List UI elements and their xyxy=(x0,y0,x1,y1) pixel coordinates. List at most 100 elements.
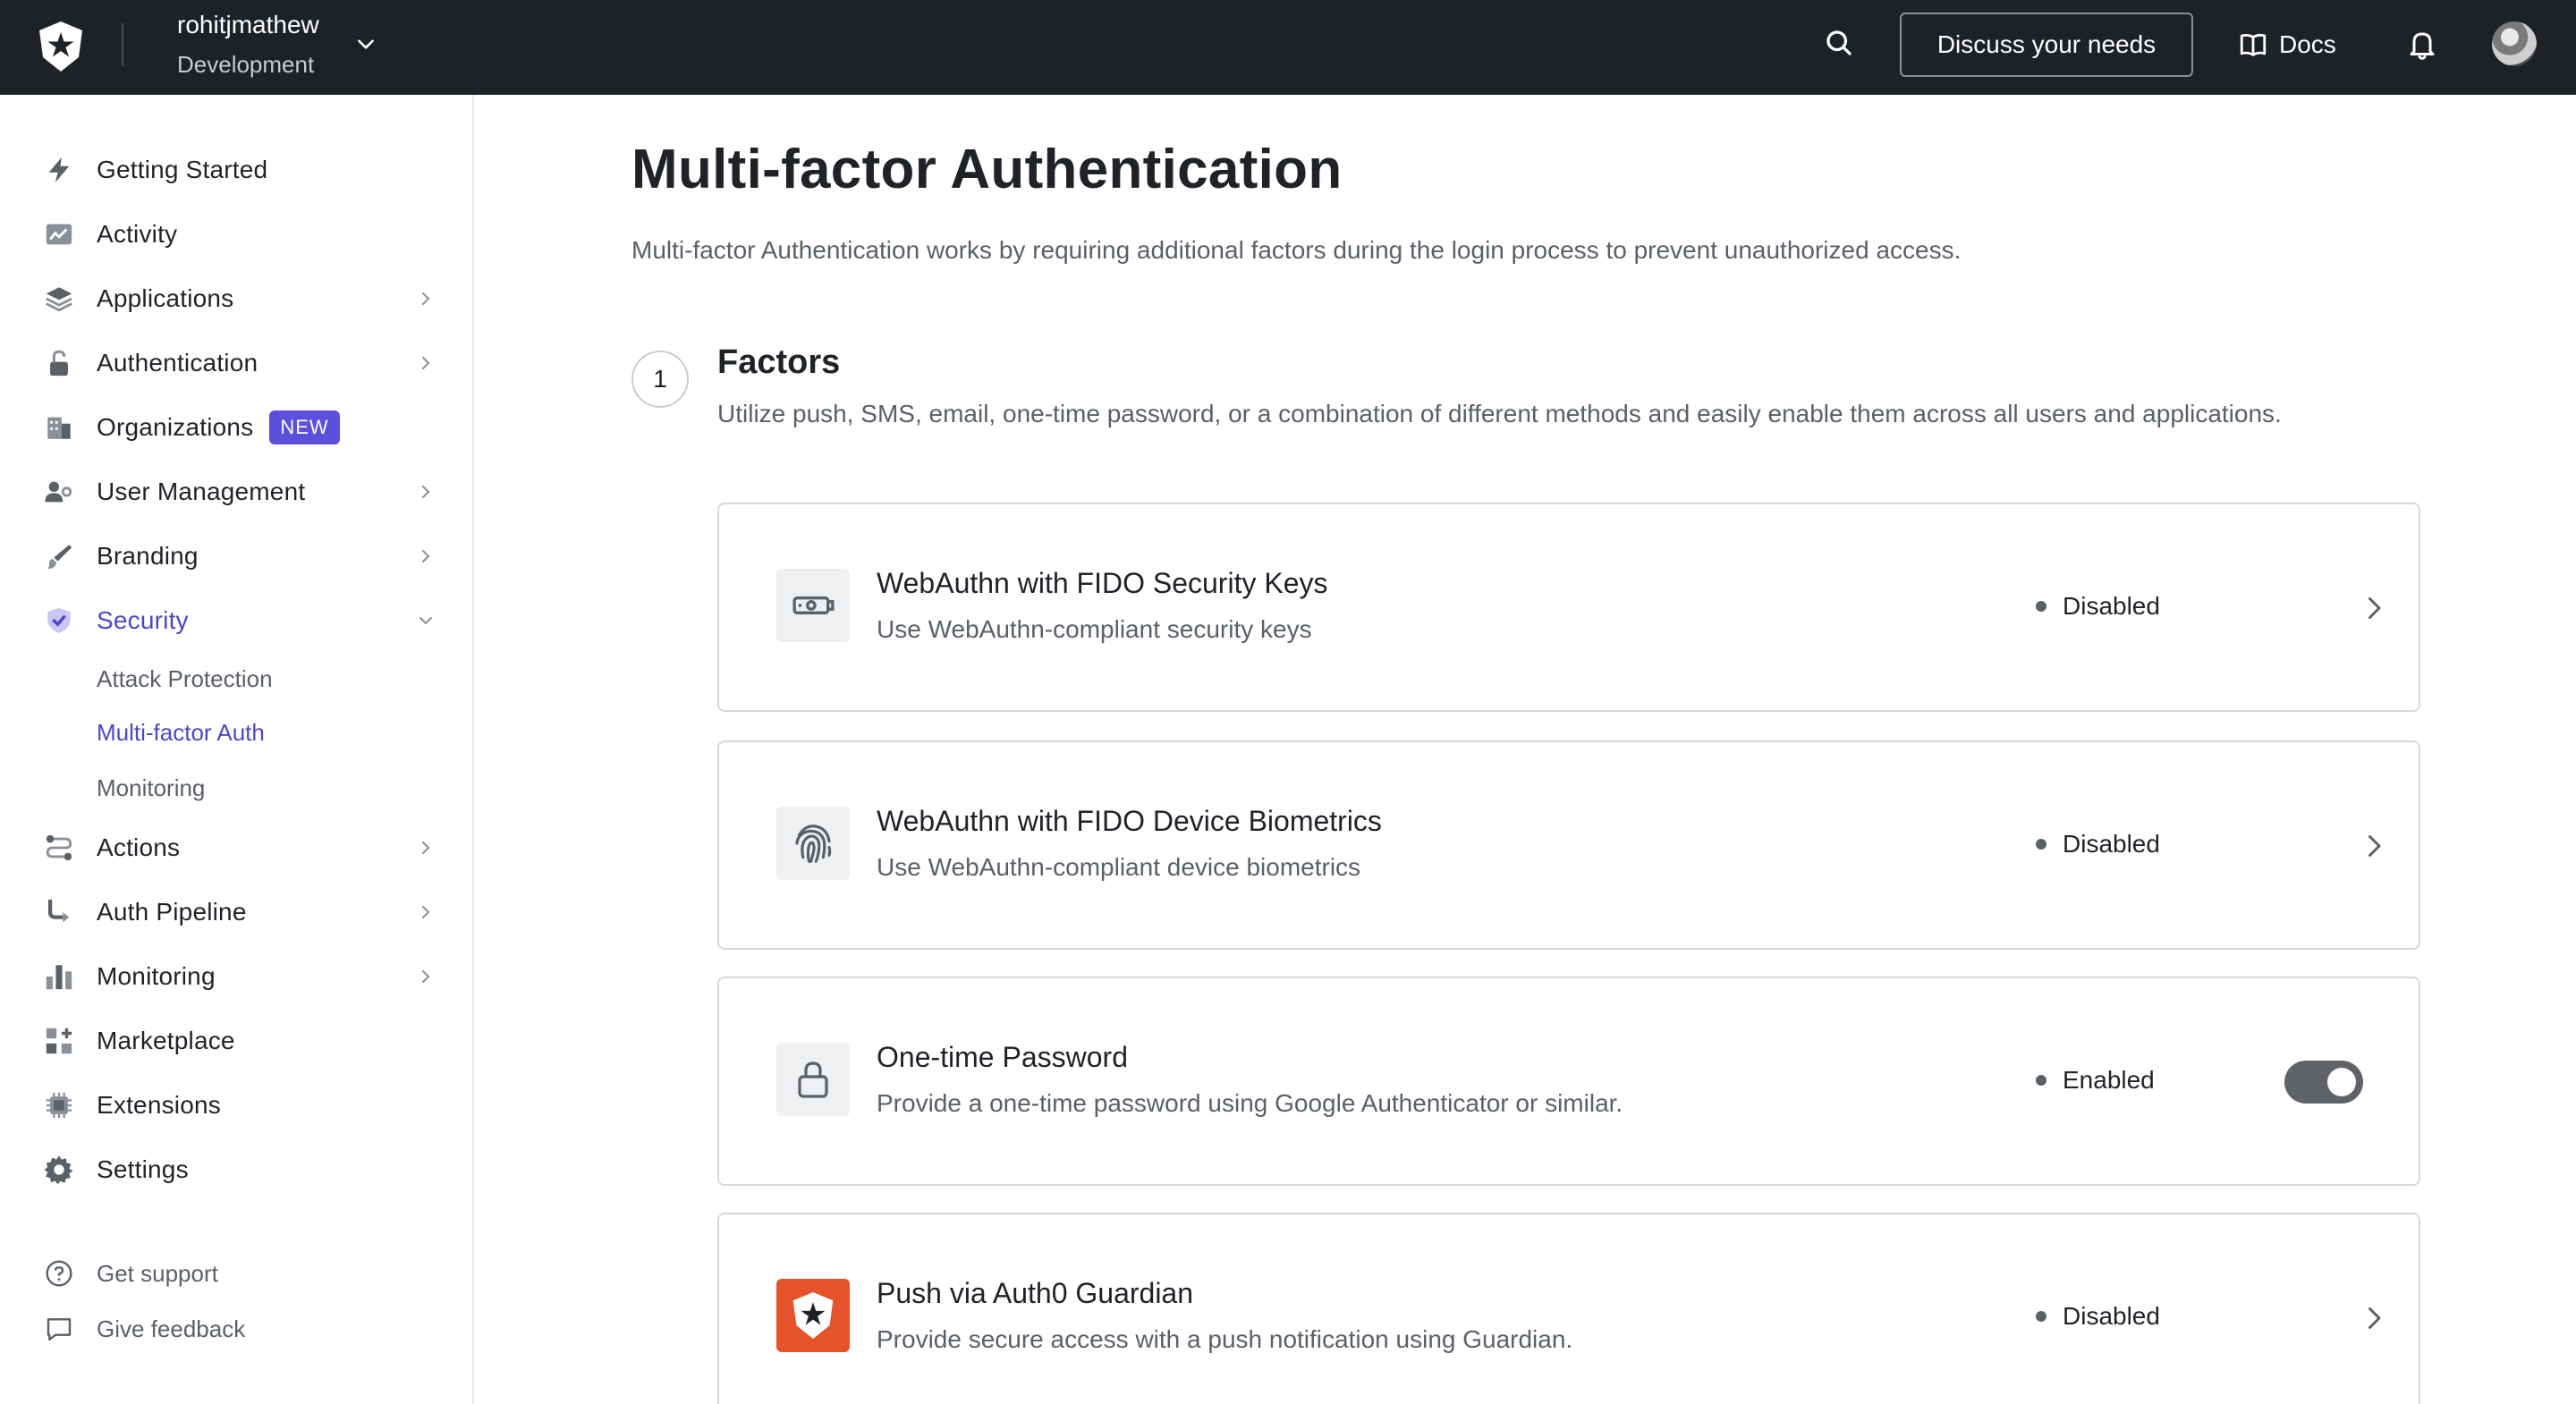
factor-card-push-guardian[interactable]: Push via Auth0 Guardian Provide secure a… xyxy=(717,1213,2420,1404)
top-bar: rohitjmathew Development Discuss your ne… xyxy=(0,0,2576,95)
padlock-open-icon xyxy=(43,347,75,379)
new-badge: NEW xyxy=(269,410,340,444)
factor-status-label: Disabled xyxy=(2063,592,2160,620)
chat-bubble-icon xyxy=(43,1313,75,1345)
status-dot xyxy=(2036,1311,2046,1322)
toggle-knob xyxy=(2327,1068,2356,1096)
factor-status-label: Enabled xyxy=(2063,1066,2155,1094)
tenant-name: rohitjmathew xyxy=(177,11,319,38)
sidebar-item-label: Extensions xyxy=(97,1091,221,1119)
discuss-your-needs-button[interactable]: Discuss your needs xyxy=(1900,13,2193,77)
sidebar-item-actions[interactable]: Actions xyxy=(43,825,436,871)
factor-status: Disabled xyxy=(2036,592,2160,621)
docs-link[interactable]: Docs xyxy=(2238,27,2336,63)
main-content: Multi-factor Authentication Multi-factor… xyxy=(476,95,2576,1404)
flow-icon xyxy=(43,832,75,864)
users-gear-icon xyxy=(43,476,75,508)
chevron-right-icon[interactable] xyxy=(2358,1302,2390,1334)
status-dot xyxy=(2036,601,2046,612)
factor-card-one-time-password[interactable]: One-time Password Provide a one-time pas… xyxy=(717,977,2420,1186)
user-avatar[interactable] xyxy=(2492,21,2537,66)
topbar-divider xyxy=(122,23,123,66)
sidebar-item-label: Marketplace xyxy=(97,1027,235,1054)
sidebar-item-applications[interactable]: Applications xyxy=(43,275,436,322)
section-description: Utilize push, SMS, email, one-time passw… xyxy=(717,400,2282,427)
factor-status-label: Disabled xyxy=(2063,830,2160,858)
chevron-right-icon[interactable] xyxy=(2358,592,2390,624)
sidebar-item-settings[interactable]: Settings xyxy=(43,1146,436,1193)
factor-status-label: Disabled xyxy=(2063,1302,2160,1330)
factor-status: Disabled xyxy=(2036,1302,2160,1331)
sidebar-subitem-multi-factor-auth[interactable]: Multi-factor Auth xyxy=(97,719,265,747)
bell-icon[interactable] xyxy=(2406,27,2438,63)
factor-description: Use WebAuthn-compliant security keys xyxy=(877,615,1312,643)
chevron-right-icon xyxy=(422,842,430,854)
page-description: Multi-factor Authentication works by req… xyxy=(631,236,1962,264)
activity-chart-icon xyxy=(43,218,75,250)
pipeline-icon xyxy=(43,896,75,928)
give-feedback-link[interactable]: Give feedback xyxy=(43,1313,245,1345)
sidebar-item-label: Getting Started xyxy=(97,156,268,183)
chevron-right-icon xyxy=(422,906,430,918)
help-circle-icon xyxy=(43,1257,75,1290)
sidebar-item-monitoring[interactable]: Monitoring xyxy=(43,953,436,1000)
sidebar-subitem-monitoring[interactable]: Monitoring xyxy=(97,774,205,802)
gear-icon xyxy=(43,1154,75,1186)
factor-status: Enabled xyxy=(2036,1066,2155,1095)
search-icon[interactable] xyxy=(1823,27,1855,59)
sidebar-item-security[interactable]: Security xyxy=(43,597,436,644)
chevron-right-icon xyxy=(422,970,430,983)
building-icon xyxy=(43,411,75,444)
chip-icon xyxy=(43,1089,75,1121)
sidebar-item-label: Branding xyxy=(97,542,199,570)
step-number: 1 xyxy=(631,351,689,408)
fingerprint-icon xyxy=(776,807,850,880)
sidebar-item-getting-started[interactable]: Getting Started xyxy=(43,147,436,193)
sidebar-item-label: Security xyxy=(97,606,189,634)
sidebar-subitem-attack-protection[interactable]: Attack Protection xyxy=(97,665,273,693)
factor-card-webauthn-biometrics[interactable]: WebAuthn with FIDO Device Biometrics Use… xyxy=(717,740,2420,950)
chevron-right-icon xyxy=(422,292,430,305)
chevron-right-icon xyxy=(422,486,430,498)
brush-icon xyxy=(43,540,75,572)
guardian-logo-icon xyxy=(776,1279,850,1352)
lock-icon xyxy=(776,1043,850,1116)
factor-title: Push via Auth0 Guardian xyxy=(877,1277,1194,1309)
chevron-right-icon xyxy=(422,357,430,369)
sidebar-item-branding[interactable]: Branding xyxy=(43,533,436,579)
auth0-logo-icon[interactable] xyxy=(36,20,86,73)
sidebar-item-authentication[interactable]: Authentication xyxy=(43,340,436,386)
get-support-link[interactable]: Get support xyxy=(43,1257,218,1290)
bar-chart-icon xyxy=(43,960,75,993)
page-title: Multi-factor Authentication xyxy=(631,139,1343,200)
get-support-label: Get support xyxy=(97,1259,218,1287)
factor-title: One-time Password xyxy=(877,1041,1128,1073)
sidebar-item-marketplace[interactable]: Marketplace xyxy=(43,1018,436,1064)
factor-description: Use WebAuthn-compliant device biometrics xyxy=(877,853,1361,881)
factor-card-webauthn-security-keys[interactable]: WebAuthn with FIDO Security Keys Use Web… xyxy=(717,503,2420,712)
tenant-switcher[interactable]: rohitjmathew Development xyxy=(177,11,319,79)
sidebar-item-organizations[interactable]: Organizations NEW xyxy=(43,404,436,451)
chevron-down-icon[interactable] xyxy=(354,32,377,55)
factor-description: Provide a one-time password using Google… xyxy=(877,1089,1623,1117)
factor-title: WebAuthn with FIDO Security Keys xyxy=(877,567,1328,599)
section-title: Factors xyxy=(717,343,841,381)
sidebar-item-extensions[interactable]: Extensions xyxy=(43,1082,436,1129)
sidebar-item-label: Organizations xyxy=(97,413,254,441)
sidebar-item-auth-pipeline[interactable]: Auth Pipeline xyxy=(43,889,436,935)
status-dot xyxy=(2036,839,2046,850)
sidebar-item-user-management[interactable]: User Management xyxy=(43,469,436,515)
lightning-icon xyxy=(43,154,75,186)
factor-status: Disabled xyxy=(2036,830,2160,858)
sidebar-item-label: Activity xyxy=(97,220,178,248)
docs-label: Docs xyxy=(2279,30,2336,58)
sidebar-item-activity[interactable]: Activity xyxy=(43,211,436,258)
chevron-right-icon[interactable] xyxy=(2358,830,2390,862)
sidebar-item-label: Applications xyxy=(97,284,234,312)
sidebar: Getting Started Activity Applications Au… xyxy=(0,95,474,1404)
grid-plus-icon xyxy=(43,1025,75,1057)
sidebar-item-label: Settings xyxy=(97,1155,189,1183)
sidebar-item-label: Auth Pipeline xyxy=(97,898,247,926)
otp-enable-toggle[interactable] xyxy=(2284,1061,2363,1104)
layers-icon xyxy=(43,283,75,315)
